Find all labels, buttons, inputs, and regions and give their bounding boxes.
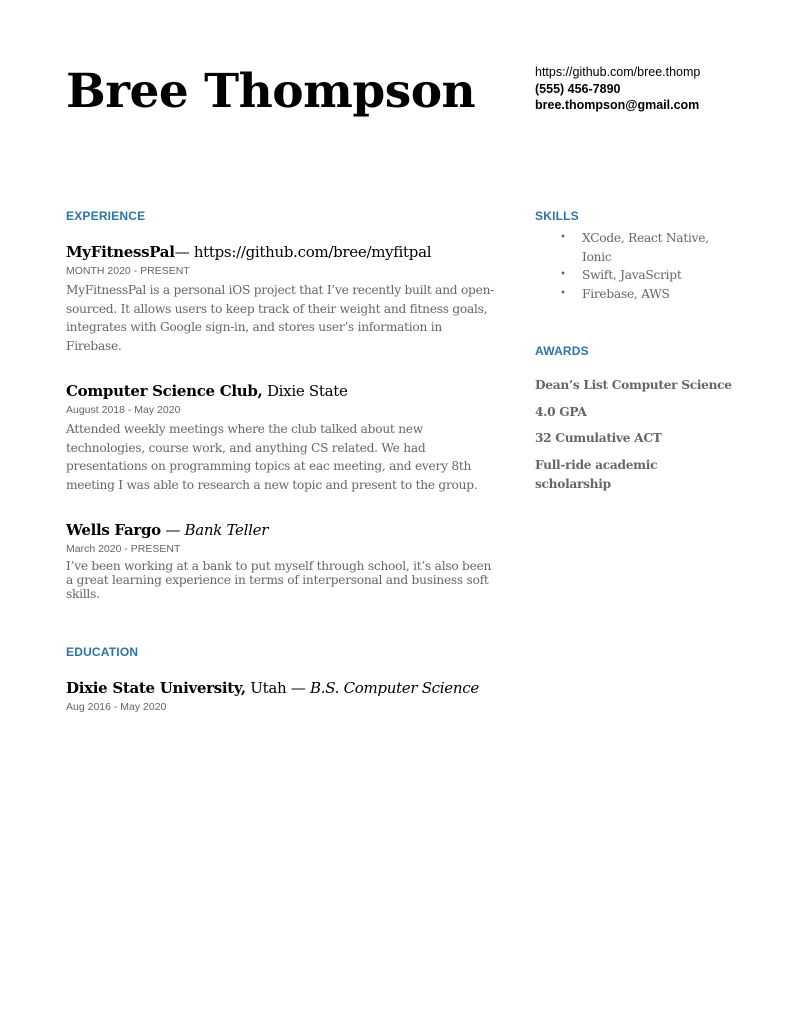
entry-description: MyFitnessPal is a personal iOS project t… xyxy=(66,283,495,353)
skill-item: • XCode, React Native, Ionic xyxy=(535,229,735,266)
entry-description: I’ve been working at a bank to put mysel… xyxy=(66,559,492,601)
award-item: Full-ride academic scholarship xyxy=(535,457,658,491)
resume-name: Bree Thompson xyxy=(66,64,476,119)
email-address[interactable]: bree.thompson@gmail.com xyxy=(535,97,765,114)
entry-title: Dixie State University, Utah — B.S. Comp… xyxy=(66,678,496,698)
skill-text: Swift, JavaScript xyxy=(582,268,682,283)
bullet-icon: • xyxy=(560,269,566,281)
entry-date: MONTH 2020 - PRESENT xyxy=(66,265,190,277)
entry-title: MyFitnessPal— https://github.com/bree/my… xyxy=(66,242,496,262)
entry-org: MyFitnessPal xyxy=(66,243,175,261)
education-entry-dixie-state: Dixie State University, Utah — B.S. Comp… xyxy=(66,678,496,714)
entry-location: Utah — xyxy=(245,679,310,697)
entry-date: August 2018 - May 2020 xyxy=(66,404,181,416)
award-item: 32 Cumulative ACT xyxy=(535,431,662,445)
education-heading: EDUCATION xyxy=(66,645,139,659)
skills-heading: SKILLS xyxy=(535,209,579,223)
experience-entry-cs-club: Computer Science Club, Dixie State Augus… xyxy=(66,381,496,494)
entry-school: Dixie State University, xyxy=(66,679,246,697)
contact-info: https://github.com/bree.thomp (555) 456-… xyxy=(535,64,765,114)
entry-description: Attended weekly meetings where the club … xyxy=(66,422,478,492)
skill-item: • Swift, JavaScript xyxy=(535,266,735,285)
experience-entry-myfitnesspal: MyFitnessPal— https://github.com/bree/my… xyxy=(66,242,496,355)
award-item: Dean’s List Computer Science xyxy=(535,378,732,392)
entry-separator: — xyxy=(160,521,185,539)
entry-date: March 2020 - PRESENT xyxy=(66,543,181,555)
entry-location: Dixie State xyxy=(262,382,348,400)
skills-list: • XCode, React Native, Ionic • Swift, Java… xyxy=(535,229,735,303)
awards-list: Dean’s List Computer Science 4.0 GPA 32 … xyxy=(535,376,735,501)
skill-text: Firebase, AWS xyxy=(582,286,670,301)
entry-org: Computer Science Club, xyxy=(66,382,263,400)
entry-date: Aug 2016 - May 2020 xyxy=(66,701,167,713)
bullet-icon: • xyxy=(560,287,566,299)
entry-degree: B.S. Computer Science xyxy=(310,679,479,697)
project-link[interactable]: https://github.com/bree/myfitpal xyxy=(194,243,432,261)
skill-item: • Firebase, AWS xyxy=(535,285,735,304)
skill-text: XCode, React Native, Ionic xyxy=(582,231,709,264)
github-link[interactable]: https://github.com/bree.thomp xyxy=(535,64,765,81)
award-item: 4.0 GPA xyxy=(535,404,587,419)
experience-entry-wells-fargo: Wells Fargo — Bank Teller March 2020 - P… xyxy=(66,520,496,601)
entry-role: Bank Teller xyxy=(184,521,269,539)
experience-heading: EXPERIENCE xyxy=(66,209,146,223)
bullet-icon: • xyxy=(560,232,566,243)
entry-org: Wells Fargo xyxy=(66,521,161,539)
phone-number: (555) 456-7890 xyxy=(535,81,621,96)
entry-separator: — xyxy=(174,243,194,261)
entry-title: Wells Fargo — Bank Teller xyxy=(66,520,496,540)
awards-heading: AWARDS xyxy=(535,344,589,358)
entry-title: Computer Science Club, Dixie State xyxy=(66,381,496,401)
